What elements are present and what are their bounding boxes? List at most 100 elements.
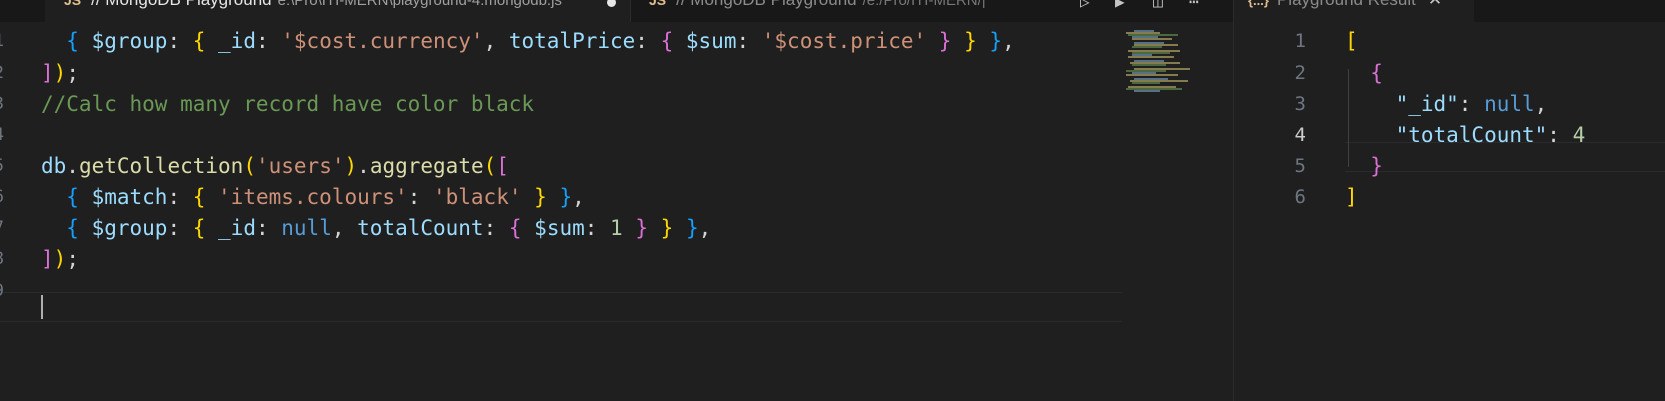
line-code: { xyxy=(1345,57,1383,90)
minimap-line xyxy=(1132,46,1162,48)
result-line[interactable]: 6] xyxy=(1234,181,1665,214)
minimap[interactable] xyxy=(1122,22,1210,401)
code-token: $group xyxy=(91,216,168,240)
code-token: [ xyxy=(496,154,509,178)
code-token: ] xyxy=(41,247,54,271)
code-token: : xyxy=(635,29,661,53)
code-token: } xyxy=(559,185,573,209)
minimap-line xyxy=(1126,74,1178,76)
minimap-line xyxy=(1132,64,1166,66)
code-token: } xyxy=(964,29,977,53)
result-line[interactable]: 1[ xyxy=(1234,25,1665,58)
line-code: "totalCount": 4 xyxy=(1345,119,1586,152)
code-token: "_id" xyxy=(1345,92,1459,116)
unsaved-dot-icon[interactable] xyxy=(607,0,616,7)
split-editor-icon[interactable]: ◫ xyxy=(1153,0,1163,10)
play-icon[interactable]: ▶ xyxy=(1115,0,1125,10)
code-token: , xyxy=(331,216,358,240)
result-line[interactable]: 4 "totalCount": 4 xyxy=(1234,119,1665,152)
line-number: 8 xyxy=(0,243,4,276)
line-code: ]); xyxy=(41,57,79,90)
line-number: 6 xyxy=(0,181,4,214)
code-token: { xyxy=(508,216,535,240)
line-code: //Calc how many record have color black xyxy=(41,88,534,121)
result-line[interactable]: 2 { xyxy=(1234,57,1665,90)
code-token: } xyxy=(660,216,674,240)
code-token: : xyxy=(407,185,433,209)
minimap-line xyxy=(1134,90,1160,92)
line-code: { $group: { _id: null, totalCount: { $su… xyxy=(41,212,711,245)
code-token: { xyxy=(41,29,92,53)
code-token: . xyxy=(357,154,370,178)
line-number: 1 xyxy=(0,25,4,58)
code-token: null xyxy=(1484,92,1535,116)
code-token: ( xyxy=(243,154,256,178)
code-token: : xyxy=(167,216,193,240)
line-number: 3 xyxy=(1294,93,1306,115)
code-token: { xyxy=(1345,61,1383,85)
code-token: : xyxy=(1458,92,1485,116)
line-code: "_id": null, xyxy=(1345,88,1548,121)
code-token: '$cost.currency' xyxy=(281,29,484,53)
line-number: 2 xyxy=(1294,62,1306,84)
code-token: , xyxy=(698,216,712,240)
code-token: : xyxy=(584,216,611,240)
code-token: } xyxy=(635,216,649,240)
code-token: { xyxy=(41,185,92,209)
code-token: { xyxy=(41,216,92,240)
code-token: totalPrice xyxy=(508,29,636,53)
close-icon[interactable]: ✕ xyxy=(1428,0,1442,9)
line-code: ] xyxy=(1345,181,1358,214)
code-token: : xyxy=(736,29,762,53)
code-token: ( xyxy=(483,154,497,178)
code-editor[interactable]: 1 { $group: { _id: '$cost.currency', tot… xyxy=(0,22,1122,401)
code-token: db xyxy=(41,154,67,178)
tab-playground-result[interactable]: {...} Playground Result ✕ xyxy=(1234,0,1474,22)
code-token: getCollection xyxy=(78,154,244,178)
run-icon[interactable]: ▷ xyxy=(1080,0,1090,10)
code-token: . xyxy=(66,154,79,178)
line-code: { $group: { _id: '$cost.currency', total… xyxy=(41,25,1014,58)
text-cursor xyxy=(41,295,43,319)
code-token: : xyxy=(167,29,193,53)
tab-playground-4[interactable]: JS // MongoDB Playground e:\Pro\ITI-MERN\p… xyxy=(45,0,630,22)
code-token: { xyxy=(192,29,219,53)
code-token: : xyxy=(483,216,509,240)
line-number: 4 xyxy=(0,119,4,152)
code-token: [ xyxy=(1345,29,1358,53)
result-line[interactable]: 5 } xyxy=(1234,150,1665,183)
code-token: //Calc how many record have color black xyxy=(41,92,535,116)
line-number: 7 xyxy=(0,212,4,245)
code-token: : xyxy=(167,185,193,209)
tab-path: e:\Pro\ITI-MERN\playground-4.mongodb.js xyxy=(277,0,562,9)
line-number: 2 xyxy=(0,57,4,90)
code-token: ) xyxy=(53,61,67,85)
result-line[interactable]: 3 "_id": null, xyxy=(1234,88,1665,121)
code-token: , xyxy=(572,185,585,209)
current-line-highlight xyxy=(0,292,1122,322)
code-token: aggregate xyxy=(369,154,484,178)
tab-playground-other[interactable]: JS // MongoDB Playground/e:/Pro/ITI-MERN/… xyxy=(631,0,1066,22)
code-token: '$cost.price' xyxy=(761,29,927,53)
code-token: "totalCount" xyxy=(1345,123,1548,147)
code-token: ; xyxy=(66,247,79,271)
code-token: $sum xyxy=(685,29,737,53)
tab-title: // MongoDB Playground xyxy=(676,0,857,9)
line-code: { $match: { 'items.colours': 'black' } }… xyxy=(41,181,585,214)
tab-title: Playground Result xyxy=(1277,0,1416,9)
code-token: 1 xyxy=(610,216,623,240)
code-token: _id xyxy=(218,29,256,53)
minimap-line xyxy=(1132,82,1160,84)
more-icon[interactable]: ⋯ xyxy=(1189,0,1199,10)
playground-result-panel[interactable]: 1[2 {3 "_id": null, 4 "totalCount": 45 } 6… xyxy=(1234,22,1665,401)
code-token: { xyxy=(192,185,219,209)
code-token: } xyxy=(989,29,1003,53)
line-code: [ xyxy=(1345,25,1358,58)
line-number: 4 xyxy=(1294,124,1306,146)
line-code: ]); xyxy=(41,243,79,276)
code-token: totalCount xyxy=(357,216,484,240)
